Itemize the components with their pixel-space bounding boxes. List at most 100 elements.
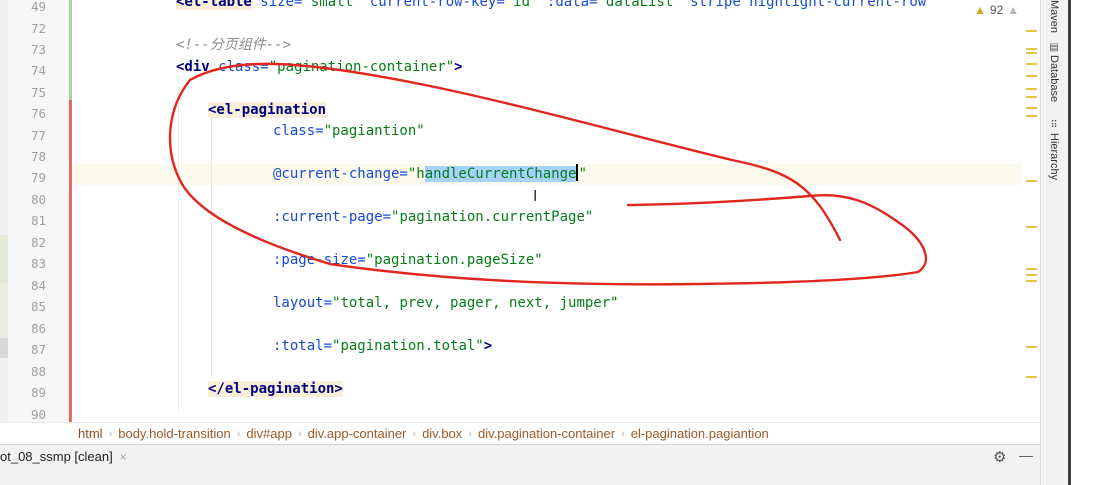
hierarchy-tool-tab[interactable]: ⠿ Hierarchy bbox=[1043, 120, 1065, 180]
code-comment: <!--分页组件--> bbox=[176, 37, 292, 53]
stripe-marker[interactable] bbox=[1026, 52, 1037, 54]
breadcrumb-item[interactable]: body.hold-transition bbox=[118, 426, 231, 441]
stripe-marker[interactable] bbox=[1026, 346, 1037, 348]
code-line-85[interactable]: layout="total, prev, pager, next, jumper… bbox=[72, 293, 1040, 314]
hierarchy-label: Hierarchy bbox=[1048, 133, 1060, 181]
line-number[interactable]: 74 bbox=[16, 60, 46, 81]
code-token-string: "pagination.currentPage" bbox=[391, 209, 594, 225]
line-number[interactable]: 80 bbox=[16, 189, 46, 210]
stripe-marker[interactable] bbox=[1026, 376, 1037, 378]
warning-icon: ▲ bbox=[974, 3, 986, 17]
tool-window-body bbox=[0, 468, 1040, 485]
stripe-marker[interactable] bbox=[1026, 268, 1037, 270]
stripe-marker[interactable] bbox=[1026, 63, 1037, 65]
breadcrumb-item[interactable]: div.pagination-container bbox=[478, 426, 615, 441]
line-number-gutter[interactable]: 49 72 73 74 75 76 77 78 79 80 81 82 83 84 85 86 87 88 89 90 bbox=[8, 0, 84, 422]
weak-warning-icon: ▲ bbox=[1007, 3, 1020, 17]
code-token-attr: layout= bbox=[273, 295, 333, 311]
code-token-tag: > bbox=[454, 59, 463, 75]
code-token-string: "total, prev, pager, next, jumper" bbox=[332, 295, 619, 311]
code-line-74[interactable]: <div class="pagination-container"> bbox=[72, 57, 1040, 78]
stripe-marker[interactable] bbox=[1026, 88, 1037, 90]
code-token-string: "pagination.total" bbox=[332, 338, 484, 354]
breadcrumb-separator-icon: › bbox=[108, 427, 113, 440]
stripe-marker[interactable] bbox=[1026, 75, 1037, 77]
close-icon[interactable]: × bbox=[120, 450, 127, 464]
line-number[interactable]: 87 bbox=[16, 339, 46, 360]
code-token-string: "pagiantion" bbox=[323, 123, 425, 139]
breadcrumb-separator-icon: › bbox=[621, 427, 625, 440]
code-token-attr: class= bbox=[273, 123, 324, 139]
line-number[interactable]: 75 bbox=[16, 82, 46, 103]
code-token-tag: </el-pagination> bbox=[208, 381, 343, 397]
tool-window-tab[interactable]: ot_08_ssmp [clean] bbox=[0, 449, 113, 464]
database-icon: ▤ bbox=[1049, 42, 1059, 53]
line-number[interactable]: 86 bbox=[16, 318, 46, 339]
line-number[interactable]: 89 bbox=[16, 382, 46, 403]
code-token-string: "pagination-container" bbox=[268, 59, 455, 75]
stripe-marker[interactable] bbox=[1026, 48, 1037, 50]
code-line-87[interactable]: :total="pagination.total"> bbox=[72, 336, 1040, 357]
code-token-tag: <div bbox=[176, 59, 210, 75]
breadcrumb-item[interactable]: html bbox=[78, 426, 103, 441]
line-number[interactable]: 81 bbox=[16, 210, 46, 231]
breadcrumb-item[interactable]: el-pagination.pagiantion bbox=[631, 426, 769, 441]
line-number[interactable]: 85 bbox=[16, 296, 46, 317]
breadcrumb: html › body.hold-transition › div#app › … bbox=[0, 422, 1040, 444]
minimize-icon[interactable]: — bbox=[1019, 447, 1033, 463]
line-number[interactable]: 88 bbox=[16, 361, 46, 382]
error-stripe[interactable] bbox=[1022, 0, 1040, 422]
stripe-marker[interactable] bbox=[1026, 30, 1037, 32]
code-line-83[interactable]: :page-size="pagination.pageSize" bbox=[72, 250, 1040, 271]
stripe-marker[interactable] bbox=[1026, 180, 1037, 182]
line-number[interactable]: 73 bbox=[16, 39, 46, 60]
right-tool-strip: Maven ▤ Database ⠿ Hierarchy bbox=[1040, 0, 1068, 485]
stripe-marker[interactable] bbox=[1026, 115, 1037, 117]
line-number[interactable]: 84 bbox=[16, 275, 46, 296]
code-token-string: "small" bbox=[302, 0, 362, 10]
code-token-string: "pagination.pageSize" bbox=[365, 252, 543, 268]
code-token-attr: :current-page= bbox=[273, 209, 392, 225]
code-line-49[interactable]: <el-table size="small" current-row-key="… bbox=[72, 0, 1040, 13]
left-edge-strip bbox=[0, 0, 8, 422]
code-line-73[interactable]: <!--分页组件--> bbox=[72, 35, 1040, 56]
text-cursor-icon: I bbox=[533, 187, 538, 205]
outside-area bbox=[1071, 0, 1115, 485]
breadcrumb-item[interactable]: div.box bbox=[422, 426, 462, 441]
code-line-89[interactable]: </el-pagination> bbox=[72, 379, 1040, 400]
stripe-marker[interactable] bbox=[1026, 274, 1037, 276]
hierarchy-icon: ⠿ bbox=[1050, 120, 1058, 131]
breadcrumb-item[interactable]: div.app-container bbox=[308, 426, 407, 441]
line-number[interactable]: 78 bbox=[16, 146, 46, 167]
stripe-marker[interactable] bbox=[1026, 107, 1037, 109]
stripe-marker[interactable] bbox=[1026, 96, 1037, 98]
line-number[interactable]: 79 bbox=[16, 167, 46, 188]
breadcrumb-item[interactable]: div#app bbox=[246, 426, 292, 441]
breadcrumb-separator-icon: › bbox=[236, 427, 241, 440]
stripe-marker[interactable] bbox=[1026, 280, 1037, 282]
line-number[interactable]: 72 bbox=[16, 18, 46, 39]
code-token-string: "dataList" bbox=[597, 0, 682, 10]
line-number[interactable]: 77 bbox=[16, 125, 46, 146]
code-editor[interactable]: <el-table size="small" current-row-key="… bbox=[72, 0, 1040, 422]
warning-count: 92 bbox=[989, 3, 1004, 17]
line-number[interactable]: 49 bbox=[16, 0, 46, 17]
tool-window-header: ot_08_ssmp [clean] × ⚙ — bbox=[0, 444, 1040, 468]
code-token-string: "id" bbox=[504, 0, 539, 10]
code-line-79[interactable]: @current-change="handleCurrentChange " bbox=[72, 164, 1040, 185]
code-token-tag: <el-pagination bbox=[208, 102, 327, 118]
maven-tool-tab[interactable]: Maven bbox=[1043, 0, 1065, 33]
gear-icon[interactable]: ⚙ bbox=[993, 448, 1006, 466]
stripe-marker[interactable] bbox=[1026, 226, 1037, 228]
maven-label: Maven bbox=[1048, 0, 1060, 34]
line-number[interactable]: 82 bbox=[16, 232, 46, 253]
line-number[interactable]: 76 bbox=[16, 103, 46, 124]
code-line-77[interactable]: class="pagiantion" bbox=[72, 121, 1040, 142]
line-number[interactable]: 83 bbox=[16, 253, 46, 274]
code-token-attr: size= bbox=[251, 0, 303, 10]
selected-text[interactable]: andleCurrentChange bbox=[424, 166, 577, 182]
code-token-tag: <el-table bbox=[176, 0, 252, 10]
code-line-76[interactable]: <el-pagination bbox=[72, 100, 1040, 121]
database-tool-tab[interactable]: ▤ Database bbox=[1043, 42, 1065, 102]
code-line-81[interactable]: :current-page="pagination.currentPage" bbox=[72, 207, 1040, 228]
